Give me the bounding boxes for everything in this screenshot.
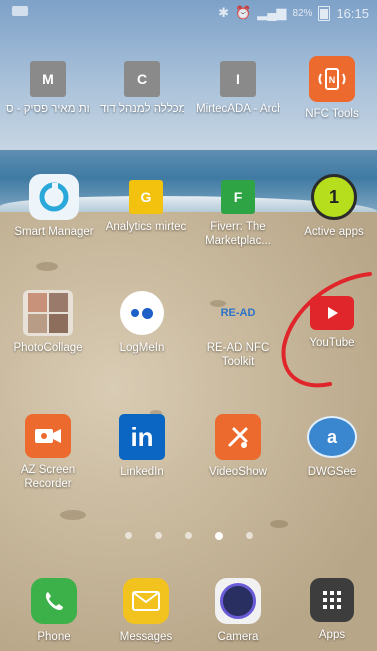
notification-icon xyxy=(12,6,28,16)
app-photocollage[interactable]: PhotoCollage xyxy=(6,290,90,355)
videoshow-icon xyxy=(215,414,261,460)
app-label: RE-AD NFC Toolkit xyxy=(206,342,270,368)
page-dot[interactable] xyxy=(245,532,253,539)
phone-icon xyxy=(31,578,77,624)
app-re-ad-nfc-toolkit[interactable]: RE-AD RE-AD NFC Toolkit xyxy=(196,290,280,369)
app-active-apps[interactable]: 1 Active apps xyxy=(292,174,376,239)
page-indicator xyxy=(0,532,377,540)
app-label: PhotoCollage xyxy=(13,342,83,354)
page-dot[interactable] xyxy=(154,532,162,539)
app-label: LinkedIn xyxy=(120,466,164,478)
app-dwgsee[interactable]: a DWGSee xyxy=(290,414,374,479)
apps-grid-icon xyxy=(310,578,354,622)
bluetooth-icon: ✱ xyxy=(218,5,230,20)
dock-messages[interactable]: Messages xyxy=(104,578,188,644)
dwgsee-icon: a xyxy=(307,414,357,460)
page-dot[interactable] xyxy=(124,532,132,539)
annotation-circle xyxy=(281,272,372,388)
camera-icon xyxy=(215,578,261,624)
signal-icon: ▂▄▆ xyxy=(257,5,287,20)
smart-manager-icon xyxy=(29,174,79,220)
app-label: Fiverr: The Marketplac... xyxy=(205,221,271,247)
re-ad-nfc-icon: RE-AD xyxy=(220,307,256,319)
app-label: LogMeIn xyxy=(119,342,165,354)
m-icon: M xyxy=(30,61,66,97)
app-smart-manager[interactable]: Smart Manager xyxy=(12,174,96,239)
app-i[interactable]: I MirtecADA - Architectura... xyxy=(196,56,280,116)
app-az-screen-recorder[interactable]: AZ Screen Recorder xyxy=(6,414,90,491)
clock: 16:15 xyxy=(336,5,369,21)
nfc-icon: N xyxy=(309,56,355,102)
app-label: NFC Tools xyxy=(305,108,359,120)
app-linkedin[interactable]: in LinkedIn xyxy=(100,414,184,479)
app-label: Analytics mirtec xyxy=(105,221,187,233)
c-icon: C xyxy=(124,61,160,97)
fiverr-icon: F xyxy=(221,180,255,214)
app-logmein[interactable]: LogMeIn xyxy=(100,290,184,355)
svg-text:N: N xyxy=(329,75,336,85)
alarm-icon: ⏰ xyxy=(235,5,252,20)
app-c[interactable]: C חשבונאות | מכללה למנהל דוד... xyxy=(100,56,184,116)
app-videoshow[interactable]: VideoShow xyxy=(196,414,280,479)
dock-phone[interactable]: Phone xyxy=(12,578,96,644)
app-label: הרצאות מאיר פסיק - ס... xyxy=(6,103,90,115)
app-nfc-tools[interactable]: N NFC Tools xyxy=(290,56,374,121)
app-label: VideoShow xyxy=(209,466,267,478)
app-fiverr[interactable]: F Fiverr: The Marketplac... xyxy=(196,174,280,248)
battery-percent: 82% xyxy=(292,7,313,19)
page-dot-active[interactable] xyxy=(214,532,223,540)
app-label: Smart Manager xyxy=(14,226,94,238)
video-camera-icon xyxy=(25,414,71,458)
battery-icon xyxy=(318,5,331,21)
app-label: Camera xyxy=(217,631,259,643)
status-bar: ✱ ⏰ ▂▄▆ 82% 16:15 xyxy=(0,0,377,26)
dock-camera[interactable]: Camera xyxy=(196,578,280,644)
app-label: חשבונאות | מכללה למנהל דוד... xyxy=(100,103,184,115)
app-analytics-mirtec[interactable]: G Analytics mirtec xyxy=(104,174,188,234)
active-apps-icon: 1 xyxy=(309,174,359,220)
photocollage-icon xyxy=(23,290,73,336)
analytics-icon: G xyxy=(129,180,163,214)
app-label: Active apps xyxy=(304,226,364,238)
i-icon: I xyxy=(220,61,256,97)
dock-apps[interactable]: Apps xyxy=(290,578,374,642)
messages-icon xyxy=(123,578,169,624)
app-label: Apps xyxy=(318,629,346,641)
app-label: Messages xyxy=(119,631,173,643)
app-label: AZ Screen Recorder xyxy=(20,464,76,490)
app-m[interactable]: M הרצאות מאיר פסיק - ס... xyxy=(6,56,90,116)
app-label: DWGSee xyxy=(307,466,357,478)
app-label: MirtecADA - Architectura... xyxy=(196,103,280,115)
linkedin-icon: in xyxy=(119,414,165,460)
logmein-icon xyxy=(117,290,167,336)
page-dot[interactable] xyxy=(184,532,192,539)
app-label: Phone xyxy=(37,631,71,643)
